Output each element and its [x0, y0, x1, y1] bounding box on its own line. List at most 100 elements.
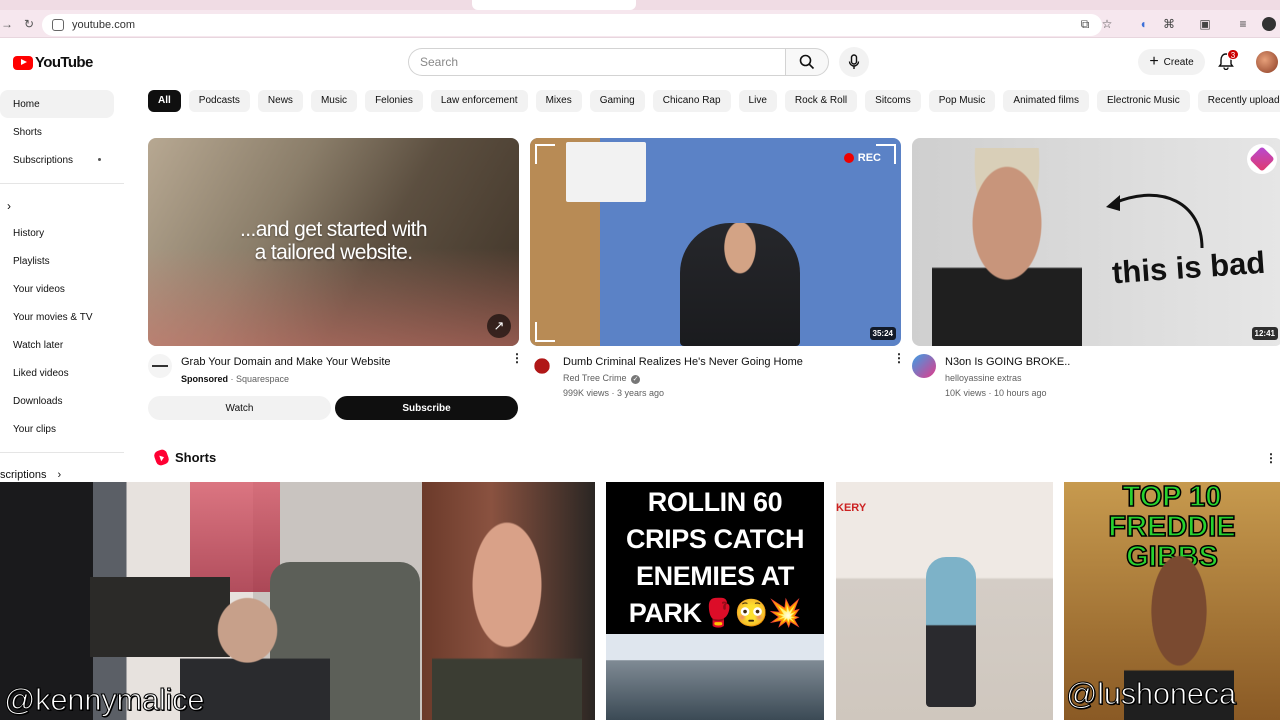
create-button[interactable]: + Create	[1138, 49, 1205, 75]
chip-felonies[interactable]: Felonies	[365, 90, 423, 112]
forward-icon[interactable]: →	[0, 17, 14, 31]
sidebar-item-label: Your videos	[13, 283, 65, 295]
sidebar-item-movies[interactable]: Your movies & TV	[0, 303, 114, 331]
chip-pop-music[interactable]: Pop Music	[928, 90, 996, 112]
external-link-icon[interactable]: ↗	[487, 314, 511, 338]
search-button[interactable]	[785, 48, 829, 76]
chip-gaming[interactable]: Gaming	[589, 90, 645, 112]
voice-search-button[interactable]	[839, 47, 869, 77]
channel-avatar[interactable]	[530, 354, 554, 378]
chip-recently-uploaded[interactable]: Recently uploaded	[1197, 90, 1280, 112]
chip-podcasts[interactable]: Podcasts	[188, 90, 250, 112]
short-thumbnail[interactable]: KERY	[836, 482, 1053, 720]
youtube-logo[interactable]: YouTube	[13, 54, 93, 71]
filter-chips-bar: All Podcasts News Music Felonies Law enforcem…	[148, 90, 1280, 112]
sponsor-meta: Sponsored · Squarespace	[181, 374, 289, 384]
thumbnail-person	[926, 557, 976, 707]
more-options-icon[interactable]: ⋮	[511, 352, 523, 364]
sidebar-item-playlists[interactable]: Playlists	[0, 247, 114, 275]
sidebar-item-home[interactable]: Home	[0, 90, 114, 118]
short-caption: KERY	[836, 502, 867, 514]
chevron-right-icon: ›	[57, 469, 62, 481]
sidebar-item-your-videos[interactable]: Your videos	[0, 275, 114, 303]
thumbnail-person	[680, 223, 800, 346]
subscriptions-label: scriptions	[0, 469, 47, 481]
chip-live[interactable]: Live	[738, 90, 777, 112]
video-meta: 999K views · 3 years ago	[563, 388, 665, 398]
sidebar-item-clips[interactable]: Your clips	[0, 415, 114, 443]
video-thumbnail[interactable]: REC 35:24	[530, 138, 901, 346]
sidebar-item-label: Downloads	[13, 395, 63, 407]
duration-badge: 12:41	[1251, 327, 1278, 340]
sidebar-item-subscriptions[interactable]: Subscriptions	[0, 146, 114, 174]
chip-animated-films[interactable]: Animated films	[1003, 90, 1089, 112]
sidebar: Home Shorts Subscriptions › History Play…	[0, 86, 124, 486]
sidebar-item-watch-later[interactable]: Watch later	[0, 331, 114, 359]
rec-frame-corner	[535, 144, 555, 164]
sidebar-divider	[0, 183, 124, 184]
address-bar[interactable]: youtube.com	[42, 14, 1102, 36]
install-app-icon[interactable]: ⧉	[1078, 17, 1092, 31]
channel-name[interactable]: helloyassine extras	[945, 373, 1022, 383]
channel-avatar[interactable]	[912, 354, 936, 378]
browser-tab-active[interactable]	[472, 0, 636, 10]
chip-law-enforcement[interactable]: Law enforcement	[430, 90, 528, 112]
chip-electronic-music[interactable]: Electronic Music	[1096, 90, 1190, 112]
video-meta: 10K views · 10 hours ago	[945, 388, 1047, 398]
read-aloud-icon[interactable]: ◖	[1136, 17, 1150, 31]
shorts-logo-icon	[152, 448, 171, 467]
chip-sitcoms[interactable]: Sitcoms	[865, 90, 921, 112]
video-title[interactable]: Dumb Criminal Realizes He's Never Going …	[563, 356, 883, 368]
account-avatar[interactable]	[1256, 51, 1278, 73]
duration-badge: 35:24	[869, 327, 896, 340]
microphone-icon	[848, 54, 860, 69]
sidebar-item-downloads[interactable]: Downloads	[0, 387, 114, 415]
bookmark-star-icon[interactable]: ☆	[1100, 17, 1114, 31]
chip-rock-roll[interactable]: Rock & Roll	[784, 90, 858, 112]
you-section-button[interactable]: ›	[0, 192, 114, 220]
video-title[interactable]: N3on Is GOING BROKE..	[945, 356, 1265, 368]
tab-strip	[0, 0, 1280, 10]
url-text: youtube.com	[72, 19, 135, 31]
sidebar-item-liked[interactable]: Liked videos	[0, 359, 114, 387]
sidebar-item-label: Subscriptions	[13, 154, 74, 166]
extensions-icon[interactable]: ⌘	[1162, 17, 1176, 31]
reading-list-icon[interactable]: ≡	[1236, 17, 1250, 31]
short-thumbnail[interactable]	[422, 482, 595, 720]
squarespace-avatar[interactable]	[148, 354, 172, 378]
sidebar-item-label: Shorts	[13, 126, 42, 138]
sidebar-item-label: Liked videos	[13, 367, 69, 379]
sidebar-item-history[interactable]: History	[0, 219, 114, 247]
site-info-icon[interactable]	[52, 19, 64, 31]
ad-thumbnail[interactable]: ...and get started with a tailored websi…	[148, 138, 519, 346]
subscribe-button[interactable]: Subscribe	[335, 396, 518, 420]
webcam-overlay: @kennymalice	[0, 482, 422, 720]
reload-icon[interactable]: ↻	[22, 17, 36, 31]
video-thumbnail[interactable]: this is bad 12:41	[912, 138, 1280, 346]
thumbnail-person	[932, 148, 1082, 346]
video-title[interactable]: Grab Your Domain and Make Your Website	[181, 356, 501, 368]
split-screen-icon[interactable]: ▣	[1198, 17, 1212, 31]
sidebar-item-label: Your clips	[13, 423, 56, 435]
chip-mixes[interactable]: Mixes	[535, 90, 582, 112]
channel-name[interactable]: Red Tree Crime	[563, 373, 627, 383]
chip-all[interactable]: All	[148, 90, 181, 112]
chip-music[interactable]: Music	[310, 90, 358, 112]
watch-button[interactable]: Watch	[148, 396, 331, 420]
subscriptions-section-header[interactable]: scriptions ›	[0, 469, 61, 481]
channel-name[interactable]: · Squarespace	[231, 374, 290, 384]
thumbnail-crowd	[606, 634, 824, 720]
short-thumbnail[interactable]: ROLLIN 60 CRIPS CATCH ENEMIES AT PARK🥊😳💥	[606, 482, 824, 720]
chip-chicano-rap[interactable]: Chicano Rap	[652, 90, 731, 112]
more-options-icon[interactable]: ⋮	[893, 352, 905, 364]
sidebar-item-label: History	[13, 227, 45, 239]
chip-news[interactable]: News	[257, 90, 303, 112]
sidebar-item-shorts[interactable]: Shorts	[0, 118, 114, 146]
window-curtain	[190, 482, 280, 592]
notifications-button[interactable]: 3	[1218, 49, 1239, 71]
profile-icon[interactable]	[1262, 17, 1276, 31]
search-input[interactable]: Search	[408, 48, 785, 76]
short-caption: ROLLIN 60 CRIPS CATCH ENEMIES AT PARK🥊😳💥	[625, 487, 805, 628]
ad-thumbnail-line-2: a tailored website.	[254, 241, 413, 264]
more-options-icon[interactable]: ⋮	[1265, 451, 1277, 465]
